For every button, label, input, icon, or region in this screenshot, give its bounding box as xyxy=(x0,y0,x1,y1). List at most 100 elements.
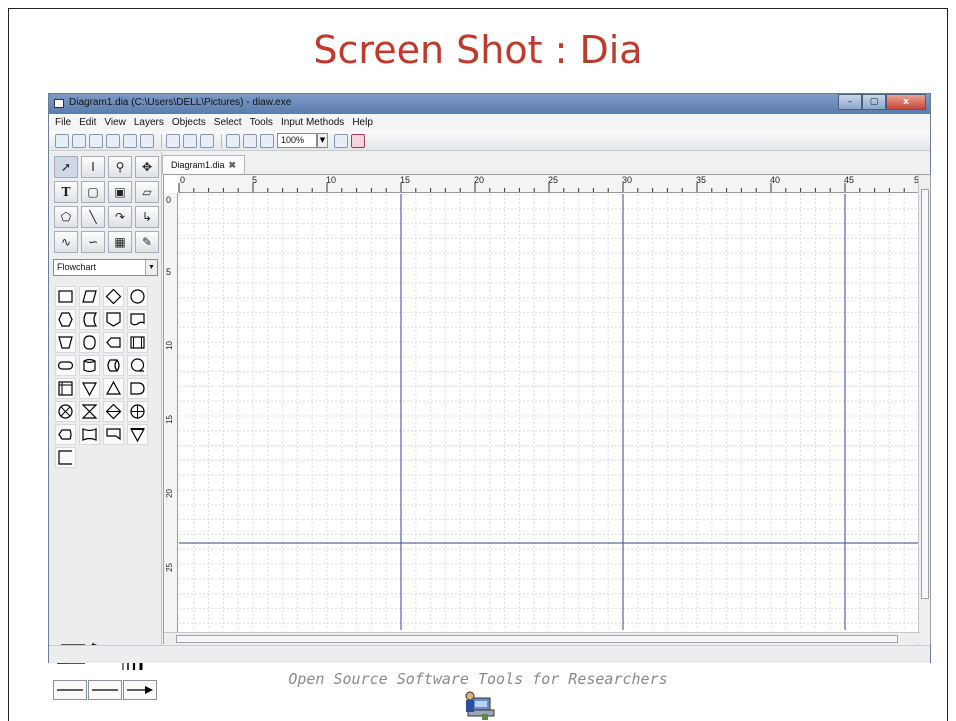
close-button[interactable]: x xyxy=(886,94,926,110)
flowchart-box-icon[interactable] xyxy=(55,286,76,307)
flowchart-internal-storage-icon[interactable] xyxy=(55,378,76,399)
menu-help[interactable]: Help xyxy=(352,114,373,131)
flowchart-magnetic-disk-icon[interactable] xyxy=(79,355,100,376)
flowchart-diamond-icon[interactable] xyxy=(103,286,124,307)
open-folder-icon[interactable] xyxy=(72,133,86,148)
ellipse-tool-icon[interactable]: ▣ xyxy=(108,181,132,203)
text-edit-tool-icon[interactable]: I xyxy=(81,156,105,178)
new-file-icon[interactable] xyxy=(55,133,69,148)
toolbar-separator xyxy=(221,133,222,148)
save-icon[interactable] xyxy=(89,133,103,148)
flowchart-merge-icon[interactable] xyxy=(79,378,100,399)
hruler-label-0: 0 xyxy=(180,175,186,185)
flowchart-summing-junction-icon[interactable] xyxy=(55,401,76,422)
menu-edit[interactable]: Edit xyxy=(79,114,96,131)
menu-tools[interactable]: Tools xyxy=(250,114,273,131)
flowchart-stored-data-icon[interactable] xyxy=(79,309,100,330)
tab-label: Diagram1.dia xyxy=(171,160,225,170)
flowchart-extract-icon[interactable] xyxy=(103,378,124,399)
chevron-down-icon[interactable]: ▼ xyxy=(145,260,157,275)
polyline-tool-icon[interactable]: ∿ xyxy=(54,231,78,253)
flowchart-or-icon[interactable] xyxy=(127,401,148,422)
window-title: Diagram1.dia (C:\Users\DELL\Pictures) - … xyxy=(69,97,292,108)
sheet-selector[interactable]: Flowchart ▼ xyxy=(53,259,158,276)
box-tool-icon[interactable]: ▢ xyxy=(81,181,105,203)
paste-icon[interactable] xyxy=(200,133,214,148)
menu-input-methods[interactable]: Input Methods xyxy=(281,114,344,131)
arc-tool-icon[interactable]: ↷ xyxy=(108,206,132,228)
hruler-label-40: 40 xyxy=(770,175,781,185)
tab-diagram1[interactable]: Diagram1.dia ✖ xyxy=(162,155,246,174)
vruler-label-0: 0 xyxy=(166,195,172,205)
flowchart-direct-access-icon[interactable] xyxy=(103,355,124,376)
vruler-label-25: 25 xyxy=(165,563,174,572)
flowchart-predefined-process-icon[interactable] xyxy=(127,332,148,353)
diagram-canvas-container: 0 5 10 15 20 25 30 35 40 45 5 0 5 10 15 … xyxy=(163,174,931,645)
hruler-label-25: 25 xyxy=(548,175,559,185)
vertical-scroll-thumb[interactable] xyxy=(921,189,929,599)
flowchart-terminator-icon[interactable] xyxy=(55,355,76,376)
scroll-tool-icon[interactable]: ✥ xyxy=(135,156,159,178)
copy-icon[interactable] xyxy=(166,133,180,148)
hruler-label-35: 35 xyxy=(696,175,707,185)
flowchart-parallelogram-icon[interactable] xyxy=(79,286,100,307)
line-tool-icon[interactable]: ╲ xyxy=(81,206,105,228)
zoom-input[interactable]: 100% xyxy=(277,133,317,148)
cut-icon[interactable] xyxy=(183,133,197,148)
hruler-label-5: 5 xyxy=(252,175,258,185)
flowchart-manual-operation-icon[interactable] xyxy=(55,332,76,353)
magnify-tool-icon[interactable]: ⚲ xyxy=(108,156,132,178)
beziergon-tool-icon[interactable]: ⬠ xyxy=(54,206,78,228)
text-tool-icon[interactable]: T xyxy=(54,181,78,203)
menu-select[interactable]: Select xyxy=(214,114,242,131)
title-bar[interactable]: Diagram1.dia (C:\Users\DELL\Pictures) - … xyxy=(49,94,930,114)
pointer-tool-icon[interactable]: ➚ xyxy=(54,156,78,178)
zigzag-line-tool-icon[interactable]: ↳ xyxy=(135,206,159,228)
horizontal-scroll-thumb[interactable] xyxy=(176,635,898,643)
vruler-label-20: 20 xyxy=(165,489,174,498)
menu-view[interactable]: View xyxy=(104,114,126,131)
flowchart-punched-tape-icon[interactable] xyxy=(103,424,124,445)
export-icon[interactable] xyxy=(123,133,137,148)
menu-bar: File Edit View Layers Objects Select Too… xyxy=(49,114,930,131)
polygon-tool-icon[interactable]: ▱ xyxy=(135,181,159,203)
toolbox: ➚ I ⚲ ✥ T ▢ ▣ ▱ ⬠ ╲ ↷ ↳ ∿ ∽ ▦ ✎ Flowchar… xyxy=(49,152,162,700)
zoom-in-icon[interactable] xyxy=(243,133,257,148)
horizontal-scrollbar[interactable] xyxy=(164,632,920,644)
menu-objects[interactable]: Objects xyxy=(172,114,206,131)
flowchart-manual-input-icon[interactable] xyxy=(103,332,124,353)
snap-to-grid-icon[interactable] xyxy=(334,133,348,148)
menu-layers[interactable]: Layers xyxy=(134,114,164,131)
maximize-button[interactable]: ▢ xyxy=(862,94,886,110)
flowchart-sort-icon[interactable] xyxy=(103,401,124,422)
minimize-button[interactable]: – xyxy=(838,94,862,110)
bezierline-tool-icon[interactable]: ∽ xyxy=(81,231,105,253)
drawing-grid[interactable] xyxy=(179,194,919,630)
flowchart-document-icon[interactable] xyxy=(127,309,148,330)
vruler-label-10: 10 xyxy=(165,341,174,350)
image-tool-icon[interactable]: ▦ xyxy=(108,231,132,253)
zoom-dropdown-arrow[interactable]: ▼ xyxy=(317,133,328,148)
flowchart-delay-icon[interactable] xyxy=(127,378,148,399)
flowchart-triangle-down-icon[interactable] xyxy=(127,424,148,445)
tool-grid: ➚ I ⚲ ✥ T ▢ ▣ ▱ ⬠ ╲ ↷ ↳ ∿ ∽ ▦ ✎ xyxy=(54,156,159,253)
flowchart-display-icon[interactable] xyxy=(55,424,76,445)
flowchart-offpage-icon[interactable] xyxy=(103,309,124,330)
zoom-out-icon[interactable] xyxy=(260,133,274,148)
menu-file[interactable]: File xyxy=(55,114,71,131)
outline-tool-icon[interactable]: ✎ xyxy=(135,231,159,253)
flowchart-annotation-icon[interactable] xyxy=(55,447,76,468)
save-as-icon[interactable] xyxy=(106,133,120,148)
toolbar-separator xyxy=(161,133,162,148)
object-snapping-icon[interactable] xyxy=(351,133,365,148)
zoom-fit-icon[interactable] xyxy=(226,133,240,148)
vertical-scrollbar[interactable] xyxy=(918,175,930,645)
flowchart-card-icon[interactable] xyxy=(79,424,100,445)
flowchart-collate-icon[interactable] xyxy=(79,401,100,422)
flowchart-sequential-access-icon[interactable] xyxy=(127,355,148,376)
close-tab-icon[interactable]: ✖ xyxy=(229,160,237,170)
flowchart-preparation-icon[interactable] xyxy=(55,309,76,330)
print-icon[interactable] xyxy=(140,133,154,148)
flowchart-terminal-icon[interactable] xyxy=(79,332,100,353)
flowchart-ellipse-icon[interactable] xyxy=(127,286,148,307)
